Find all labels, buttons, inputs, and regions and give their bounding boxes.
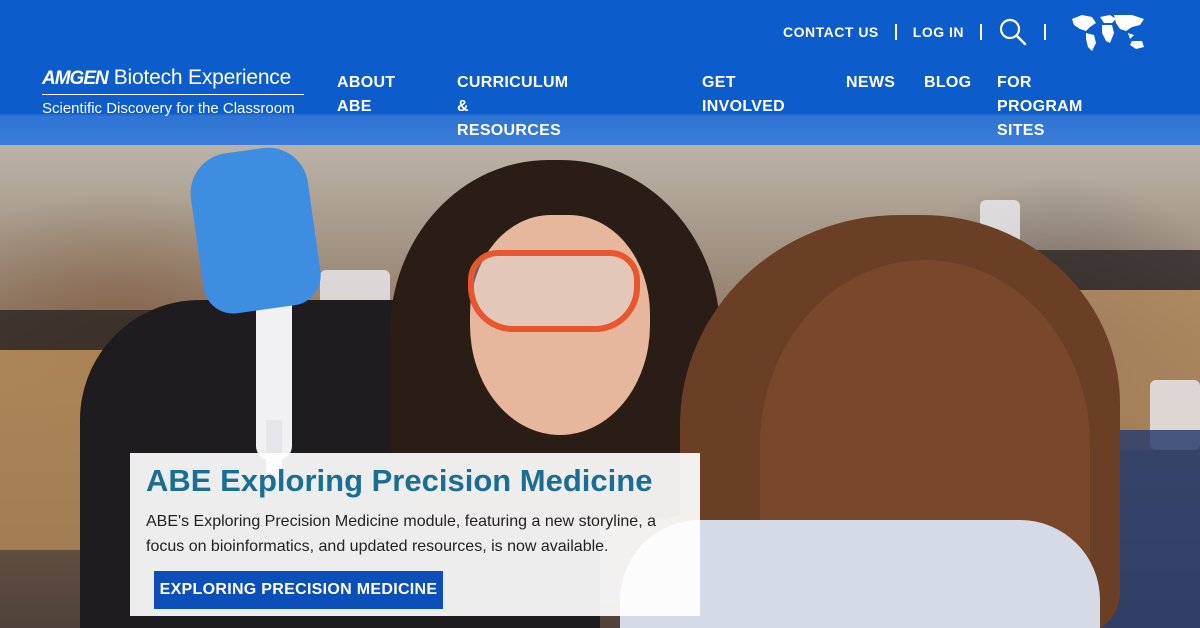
divider xyxy=(1044,24,1046,40)
log-in-link[interactable]: LOG IN xyxy=(913,24,964,40)
divider xyxy=(894,24,897,40)
exploring-precision-medicine-button[interactable]: EXPLORING PRECISION MEDICINE xyxy=(154,571,443,609)
site-header: CONTACT US LOG IN AMGEN Biotech Experien… xyxy=(0,0,1200,145)
nav-item-curriculum[interactable]: CURRICULUM & RESOURCES xyxy=(457,71,568,143)
feature-card: ABE Exploring Precision Medicine ABE's E… xyxy=(130,453,700,616)
nav-item-get-involved[interactable]: GET INVOLVED xyxy=(702,71,785,119)
logo-product: Biotech Experience xyxy=(113,66,292,89)
search-icon[interactable] xyxy=(998,17,1028,47)
divider xyxy=(980,24,982,40)
world-map-icon[interactable] xyxy=(1066,11,1148,53)
logo-rule xyxy=(42,94,304,95)
utility-nav: CONTACT US LOG IN xyxy=(783,12,1148,52)
logo-brand: AMGEN xyxy=(42,68,109,89)
site-logo[interactable]: AMGEN Biotech Experience Scientific Disc… xyxy=(42,66,304,117)
nav-item-program-sites[interactable]: FOR PROGRAM SITES xyxy=(997,71,1083,143)
logo-tagline: Scientific Discovery for the Classroom xyxy=(42,100,295,117)
contact-us-link[interactable]: CONTACT US xyxy=(783,24,879,40)
feature-title: ABE Exploring Precision Medicine xyxy=(146,463,653,498)
nav-item-blog[interactable]: BLOG xyxy=(924,71,971,95)
nav-item-news[interactable]: NEWS xyxy=(846,71,895,95)
feature-description: ABE's Exploring Precision Medicine modul… xyxy=(146,513,656,555)
nav-item-about[interactable]: ABOUT ABE xyxy=(337,71,395,119)
